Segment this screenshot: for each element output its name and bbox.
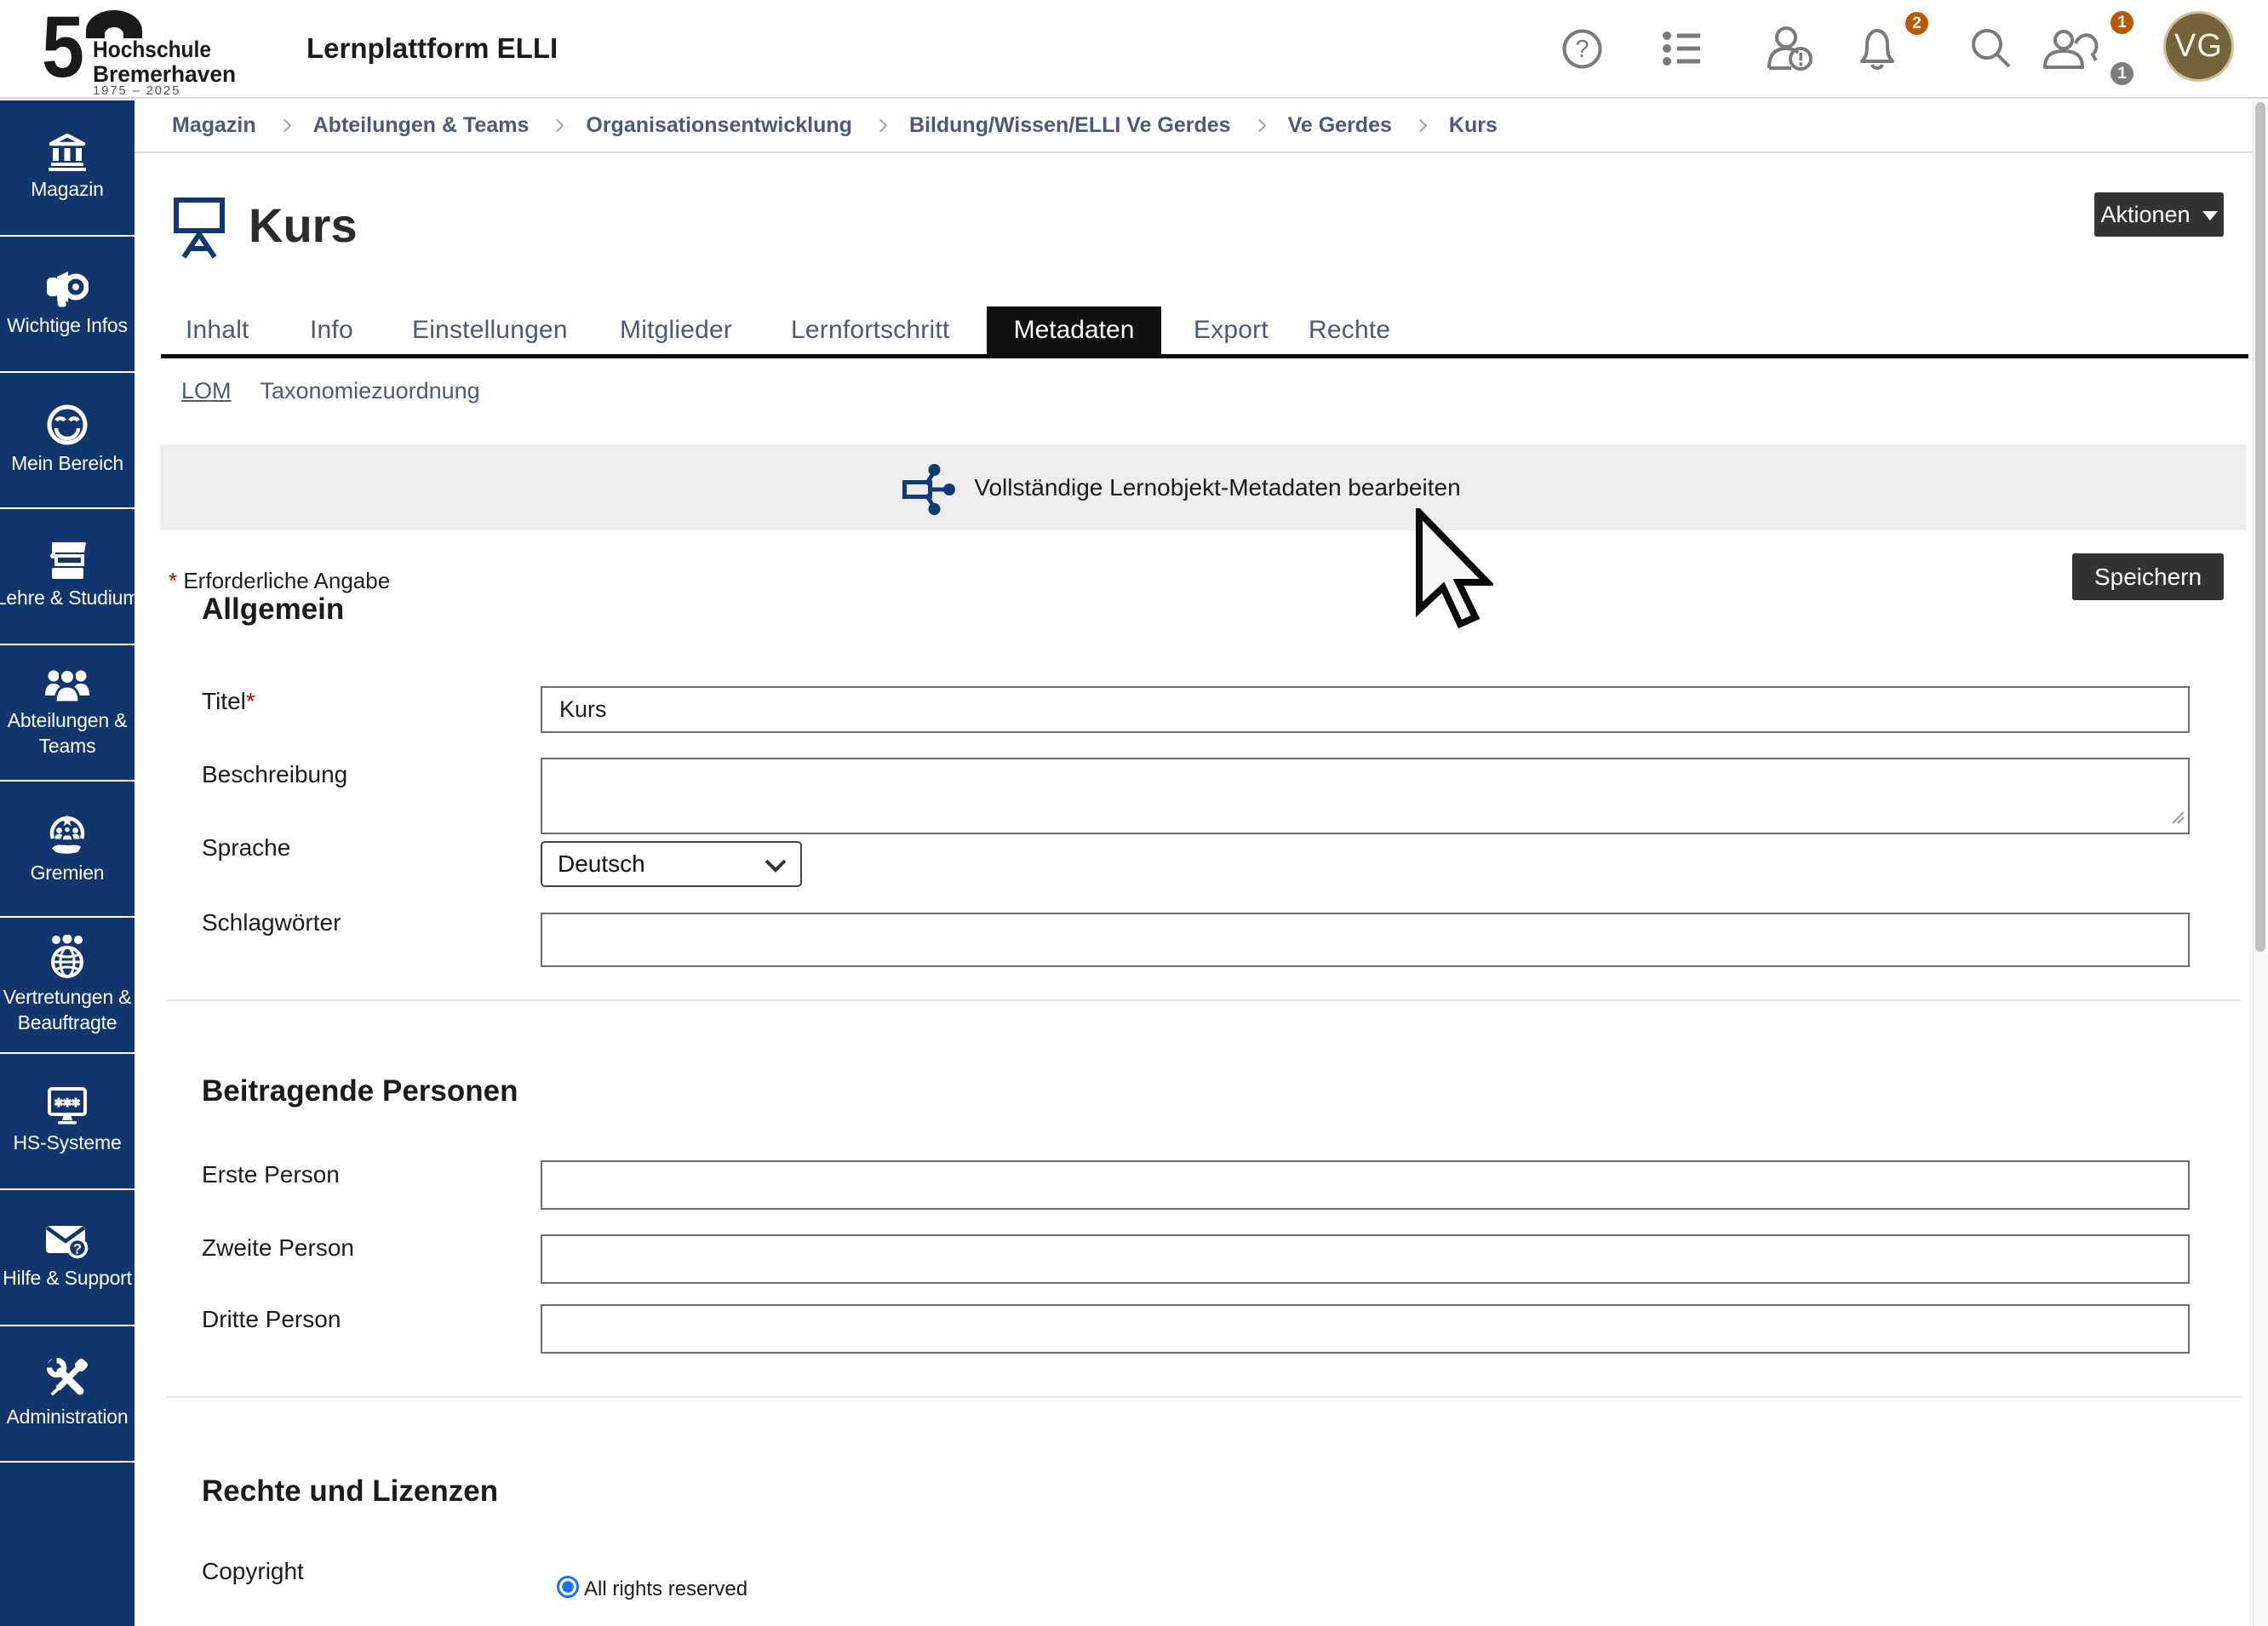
svg-text:1975 – 2025: 1975 – 2025 bbox=[93, 83, 180, 95]
svg-text:?: ? bbox=[1575, 36, 1589, 63]
svg-text:?: ? bbox=[73, 1241, 82, 1257]
svg-text:Hochschule: Hochschule bbox=[93, 37, 211, 62]
svg-text:5: 5 bbox=[42, 7, 84, 95]
